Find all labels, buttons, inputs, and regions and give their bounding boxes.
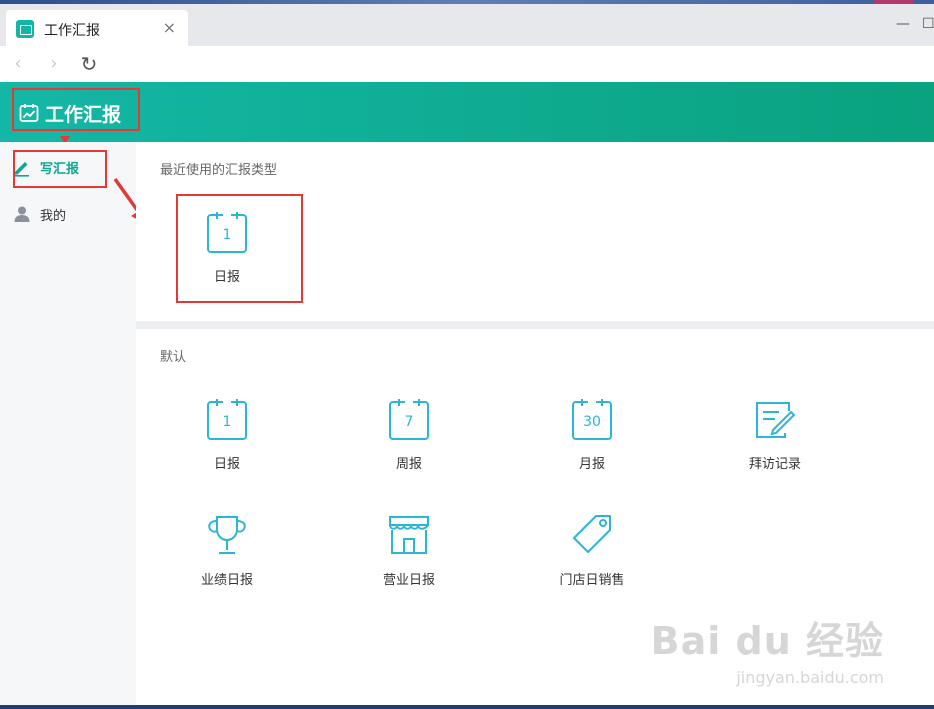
report-type-daily[interactable]: 1 日报 xyxy=(167,397,287,487)
minimize-icon[interactable]: — xyxy=(896,16,910,32)
tab-close-icon[interactable]: × xyxy=(163,19,176,37)
section-divider xyxy=(136,321,934,329)
default-section-title: 默认 xyxy=(160,350,187,365)
report-type-label: 日报 xyxy=(213,457,240,472)
maximize-icon[interactable]: ☐ xyxy=(922,16,934,32)
tab-bar: 工作汇报 × — ☐ xyxy=(0,4,934,46)
sidebar-item-mine[interactable]: 我的 xyxy=(12,201,66,227)
app-window: 工作汇报 × — ☐ ‹ › ↻ 工作汇报 写汇报 我的 最近使用的汇报类型 1… xyxy=(0,0,934,709)
report-type-store-daily-sales[interactable]: 门店日销售 xyxy=(532,513,652,603)
notepad-pen-icon xyxy=(756,402,796,438)
forward-icon[interactable]: › xyxy=(42,52,66,76)
report-type-weekly[interactable]: 7 周报 xyxy=(349,397,469,487)
price-tag-icon xyxy=(573,515,611,553)
app-header xyxy=(0,82,934,142)
annotation-box-sidebar xyxy=(13,150,107,188)
report-type-label: 营业日报 xyxy=(382,573,435,588)
report-type-daily-recent[interactable]: 1 日报 xyxy=(167,210,287,300)
reload-icon[interactable]: ↻ xyxy=(77,52,101,76)
watermark-url: jingyan.baidu.com xyxy=(736,668,884,687)
calendar-day-icon: 1 xyxy=(207,399,247,440)
app-favicon-icon xyxy=(16,20,34,38)
tab-work-report[interactable]: 工作汇报 × xyxy=(6,10,188,46)
calendar-week-icon: 7 xyxy=(389,399,429,440)
report-type-visit-record[interactable]: 拜访记录 xyxy=(715,397,835,487)
calendar-number: 1 xyxy=(223,414,232,430)
report-type-label: 周报 xyxy=(395,457,422,472)
report-chart-icon xyxy=(19,104,39,122)
calendar-month-icon: 30 xyxy=(572,399,612,440)
recent-section-title: 最近使用的汇报类型 xyxy=(160,163,278,178)
watermark-logo: Bai du 经验 xyxy=(650,619,884,663)
calendar-number: 30 xyxy=(583,414,601,430)
tab-title: 工作汇报 xyxy=(44,23,100,39)
desktop-taskbar-edge xyxy=(0,705,934,709)
back-icon[interactable]: ‹ xyxy=(6,52,30,76)
report-type-label: 门店日销售 xyxy=(559,573,625,588)
calendar-number: 1 xyxy=(223,227,232,243)
nav-bar: ‹ › ↻ xyxy=(0,46,934,82)
trophy-icon xyxy=(208,516,246,554)
report-type-label: 日报 xyxy=(213,270,240,285)
report-type-monthly[interactable]: 30 月报 xyxy=(532,397,652,487)
report-type-label: 月报 xyxy=(578,457,605,472)
page-title: 工作汇报 xyxy=(45,104,122,126)
report-type-label: 拜访记录 xyxy=(748,457,801,472)
storefront-icon xyxy=(389,516,429,554)
report-type-business-daily[interactable]: 营业日报 xyxy=(349,513,469,603)
report-type-label: 业绩日报 xyxy=(200,573,253,588)
sidebar-item-label: 我的 xyxy=(40,208,67,224)
user-icon xyxy=(14,206,30,222)
report-type-performance-daily[interactable]: 业绩日报 xyxy=(167,513,287,603)
calendar-number: 7 xyxy=(405,414,414,430)
calendar-day-icon: 1 xyxy=(207,212,247,253)
